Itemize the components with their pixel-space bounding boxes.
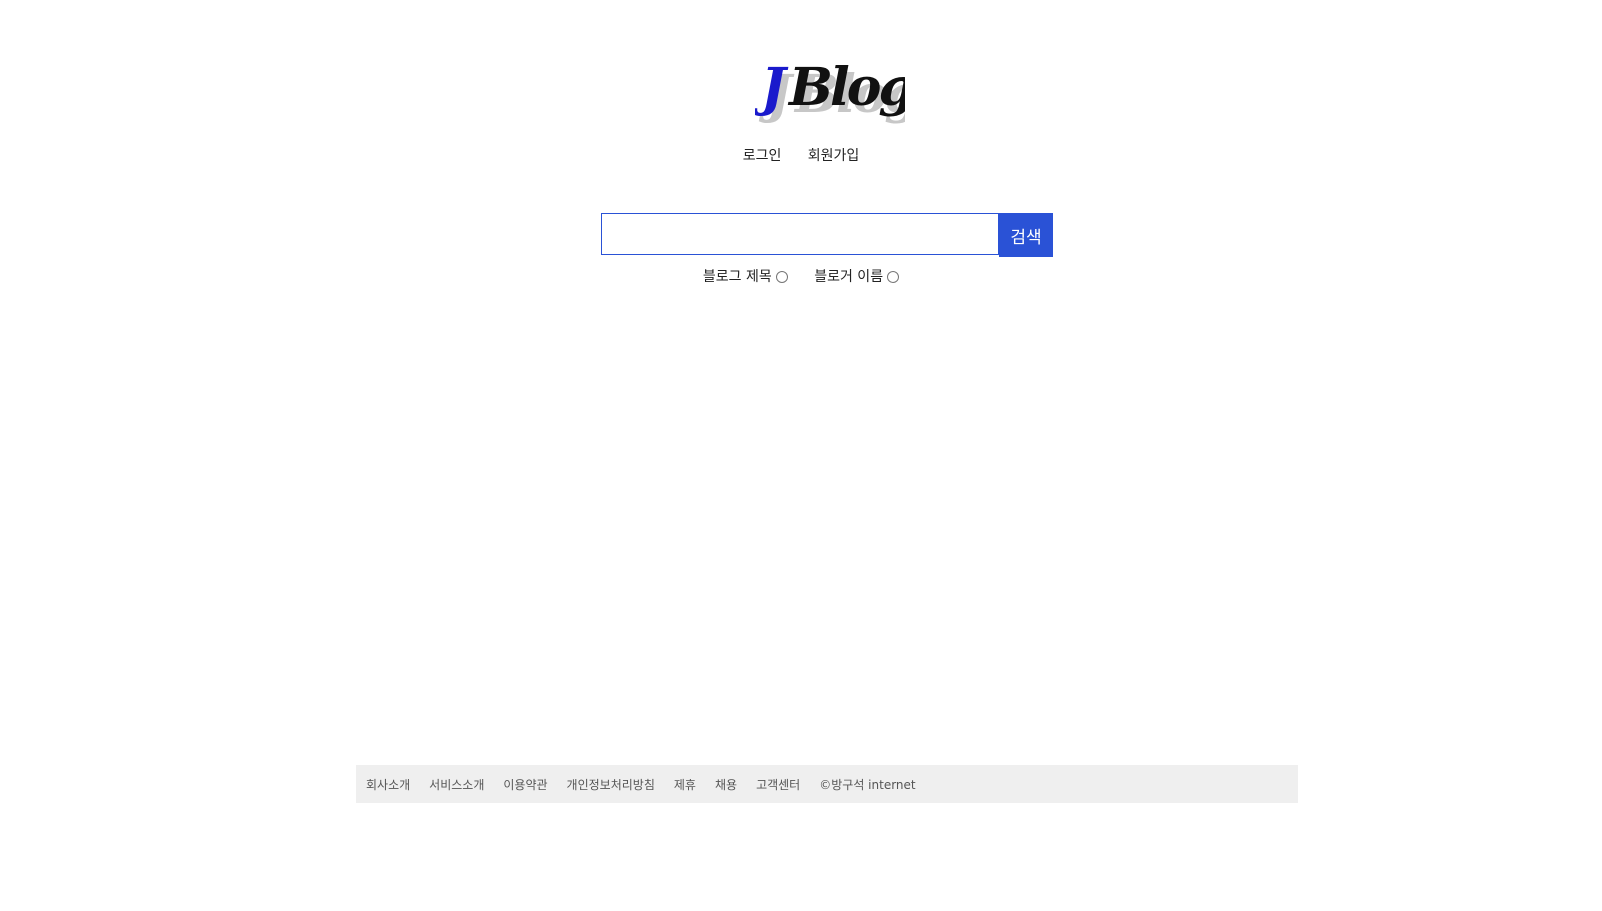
footer-link-recruit[interactable]: 채용 bbox=[715, 776, 737, 793]
footer-link-privacy[interactable]: 개인정보처리방침 bbox=[567, 776, 655, 793]
footer-link-terms[interactable]: 이용약관 bbox=[503, 776, 547, 793]
footer-link-service[interactable]: 서비스소개 bbox=[429, 776, 484, 793]
search-option-label: 블로그 제목 bbox=[702, 269, 772, 285]
logo-image: J Blog J Blog bbox=[755, 57, 905, 125]
login-link[interactable]: 로그인 bbox=[743, 148, 782, 164]
footer: 회사소개 서비스소개 이용약관 개인정보처리방침 제휴 채용 고객센터 ©방구석… bbox=[356, 765, 1298, 803]
search-input[interactable] bbox=[601, 213, 999, 255]
footer-link-support[interactable]: 고객센터 bbox=[756, 776, 800, 793]
search-form: 검색 bbox=[601, 213, 1053, 257]
auth-menu: 로그인 회원가입 bbox=[0, 146, 1602, 166]
join-link[interactable]: 회원가입 bbox=[808, 148, 860, 164]
logo-text-rest: Blog bbox=[787, 57, 905, 118]
footer-copyright: ©방구석 internet bbox=[819, 777, 916, 792]
search-button[interactable]: 검색 bbox=[999, 213, 1053, 257]
search-type-options: 블로그 제목 블로거 이름 bbox=[0, 267, 1602, 287]
footer-link-partnership[interactable]: 제휴 bbox=[674, 776, 696, 793]
blog-title-radio[interactable] bbox=[775, 271, 788, 283]
search-option-blog-title[interactable]: 블로그 제목 bbox=[703, 267, 788, 287]
jblog-logo[interactable]: J Blog J Blog bbox=[755, 50, 905, 140]
footer-link-company[interactable]: 회사소개 bbox=[366, 776, 410, 793]
search-option-blogger-name[interactable]: 블로거 이름 bbox=[814, 267, 900, 287]
blogger-name-radio[interactable] bbox=[887, 271, 900, 283]
search-option-label: 블로거 이름 bbox=[814, 269, 884, 285]
